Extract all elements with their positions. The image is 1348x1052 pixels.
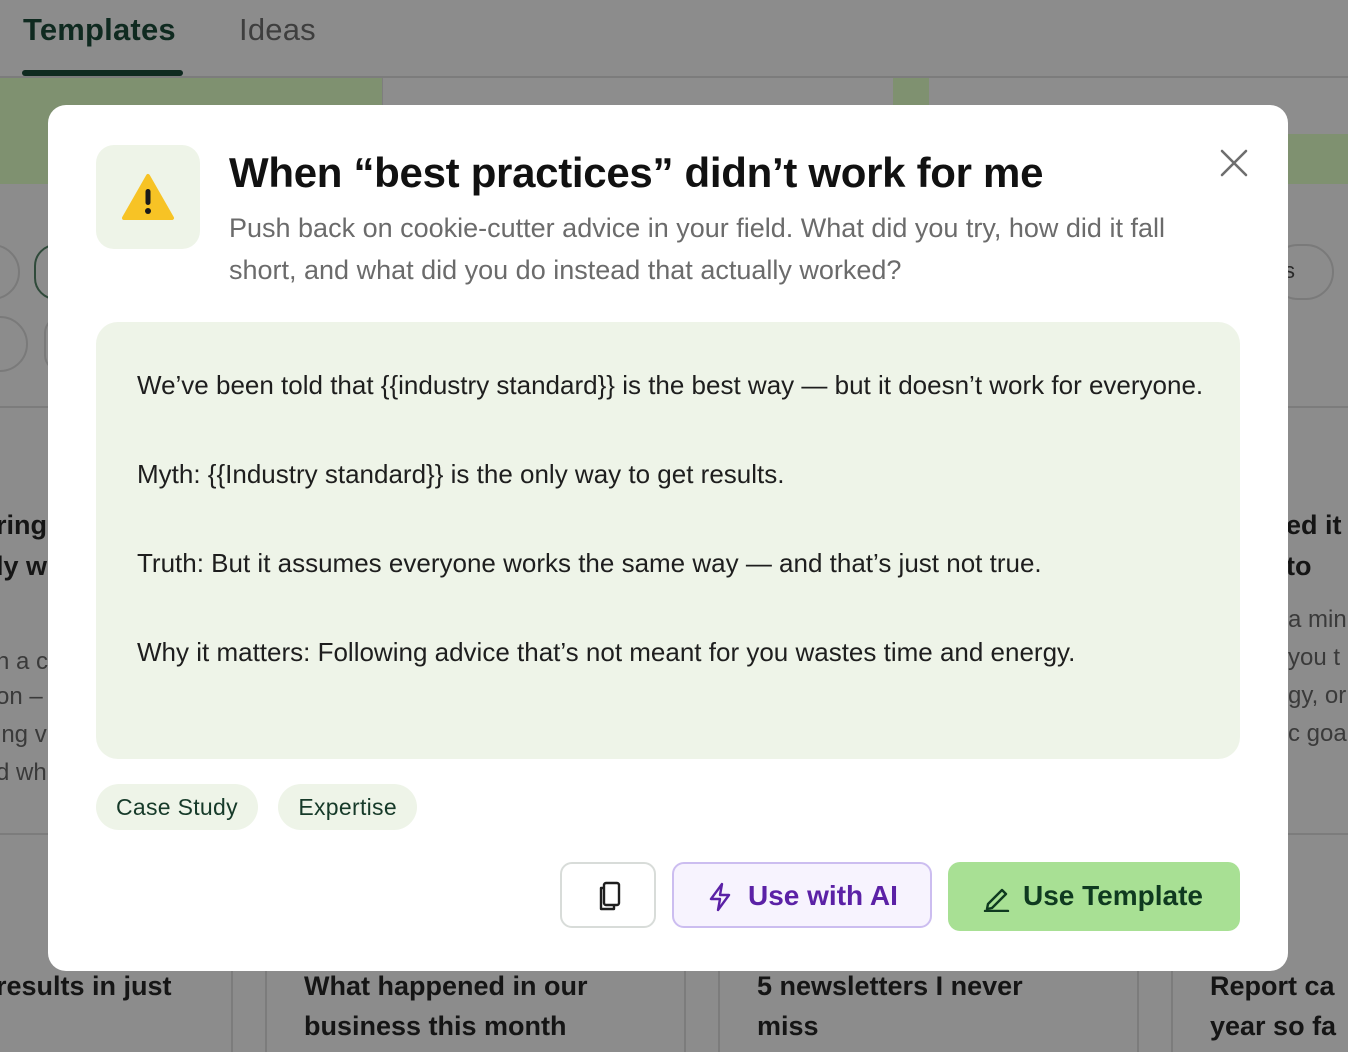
card-title[interactable]: What happened in our [304,966,588,1006]
card-text-fragment: h a c [0,648,49,675]
card-text-fragment: a min [1288,606,1347,633]
tag-list: Case Study Expertise [96,784,433,830]
card-title-fragment: ed it [1286,510,1342,540]
template-preview: We’ve been told that {{industry standard… [96,322,1240,759]
warning-icon [122,174,174,220]
card-text-fragment: c goa [1288,720,1347,747]
tab-ideas[interactable]: Ideas [239,12,316,48]
card-text-fragment: you t [1288,644,1341,671]
lightning-icon [709,882,731,912]
tag-case-study[interactable]: Case Study [96,784,258,830]
card-title[interactable]: business this month [304,1006,567,1046]
copy-button[interactable] [560,862,656,928]
filter-chip[interactable] [0,316,28,372]
card-title[interactable]: results in just [0,966,172,1006]
card-title-fragment: ly w [0,551,48,581]
template-paragraph: Myth: {{Industry standard}} is the only … [137,459,785,489]
filter-chip[interactable] [0,244,20,300]
close-button[interactable] [1214,143,1254,183]
card-text-fragment: on – [0,683,43,710]
tab-templates[interactable]: Templates [23,12,176,48]
card-title[interactable]: 5 newsletters I never [757,966,1023,1006]
pencil-icon [983,888,1010,912]
card-text-fragment: ing v [0,721,47,748]
template-paragraph: Why it matters: Following advice that’s … [137,637,1076,667]
template-paragraph: Truth: But it assumes everyone works the… [137,548,1042,578]
card-title[interactable]: Report ca [1210,966,1335,1006]
modal-subtitle: Push back on cookie-cutter advice in you… [229,213,1165,285]
tab-bar: Templates Ideas [0,0,1348,78]
card-text-fragment: d wh [0,759,47,786]
active-tab-indicator [22,70,183,76]
use-template-button[interactable]: Use Template [948,862,1240,931]
card-title[interactable]: year so fa [1210,1006,1336,1046]
card-text-fragment: gy, or [1288,682,1347,709]
copy-icon [599,881,621,911]
card-title-fragment: ring [0,510,47,540]
card-title-fragment: to [1286,551,1312,581]
close-icon [1220,149,1248,177]
use-template-label: Use Template [1023,880,1203,911]
card-title[interactable]: miss [757,1006,819,1046]
modal-title: When “best practices” didn’t work for me [229,149,1044,196]
use-with-ai-button[interactable]: Use with AI [672,862,932,928]
template-modal: When “best practices” didn’t work for me… [48,105,1288,971]
tag-expertise[interactable]: Expertise [278,784,417,830]
template-paragraph: We’ve been told that {{industry standard… [137,370,1204,400]
use-with-ai-label: Use with AI [748,880,898,911]
template-icon-tile [96,145,200,249]
